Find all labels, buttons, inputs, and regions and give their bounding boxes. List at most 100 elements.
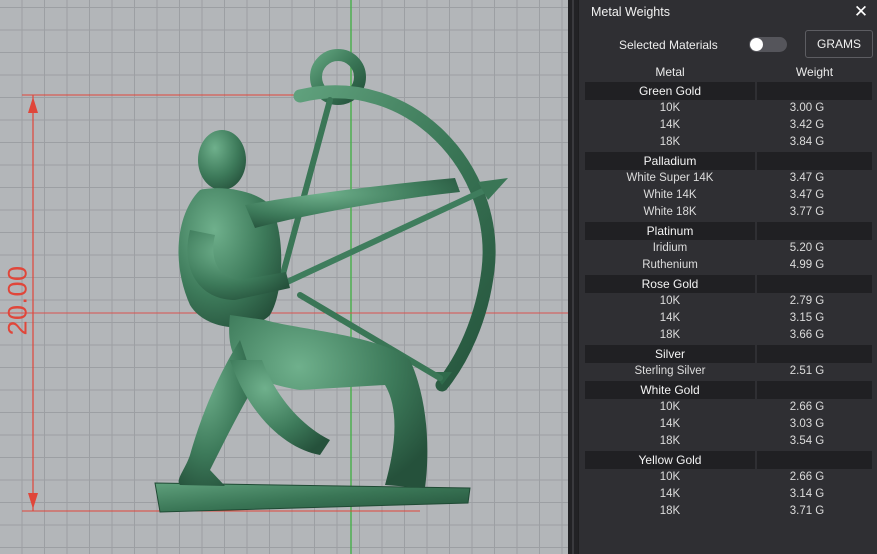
alloy-name: 10K bbox=[659, 401, 681, 413]
group-weight-cell bbox=[757, 222, 872, 240]
alloy-name: 10K bbox=[659, 295, 681, 307]
group-weight-cell bbox=[757, 451, 872, 469]
alloy-name: 14K bbox=[659, 312, 681, 324]
table-header: Metal Weight bbox=[585, 63, 872, 81]
model-scene bbox=[0, 0, 568, 554]
dimension-arrow-top bbox=[28, 97, 38, 113]
alloy-name: 14K bbox=[659, 488, 681, 500]
group-header[interactable]: Platinum bbox=[585, 222, 872, 240]
alloy-weight: 3.47 G bbox=[789, 189, 825, 201]
alloy-weight: 3.77 G bbox=[789, 206, 825, 218]
units-button[interactable]: GRAMS bbox=[805, 30, 873, 58]
group-header[interactable]: Rose Gold bbox=[585, 275, 872, 293]
metal-group: Platinum Iridium 5.20 G Ruthenium 4.99 G bbox=[585, 222, 872, 274]
group-weight-cell bbox=[757, 82, 872, 100]
panel-title: Metal Weights bbox=[591, 5, 670, 19]
selected-materials-toggle[interactable] bbox=[749, 37, 787, 52]
alloy-name: 18K bbox=[659, 505, 681, 517]
alloy-weight: 5.20 G bbox=[789, 242, 825, 254]
table-row[interactable]: 14K 3.03 G bbox=[585, 416, 872, 433]
group-weight-cell bbox=[757, 152, 872, 170]
metal-group: Silver Sterling Silver 2.51 G bbox=[585, 345, 872, 380]
panel-splitter[interactable] bbox=[568, 0, 578, 554]
group-header[interactable]: Silver bbox=[585, 345, 872, 363]
metal-group: Yellow Gold 10K 2.66 G 14K 3.14 G 18K 3.71 G bbox=[585, 451, 872, 520]
column-header-metal: Metal bbox=[655, 65, 685, 79]
alloy-weight: 4.99 G bbox=[789, 259, 825, 271]
table-row[interactable]: 14K 3.42 G bbox=[585, 117, 872, 134]
alloy-weight: 2.79 G bbox=[789, 295, 825, 307]
group-header[interactable]: White Gold bbox=[585, 381, 872, 399]
alloy-name: 14K bbox=[659, 418, 681, 430]
alloy-name: Sterling Silver bbox=[634, 365, 706, 377]
alloy-weight: 3.42 G bbox=[789, 119, 825, 131]
group-name: Yellow Gold bbox=[585, 451, 755, 469]
table-row[interactable]: 18K 3.84 G bbox=[585, 134, 872, 151]
alloy-weight: 3.84 G bbox=[789, 136, 825, 148]
dimension-arrow-bottom bbox=[28, 493, 38, 509]
group-name: White Gold bbox=[585, 381, 755, 399]
metal-group: Green Gold 10K 3.00 G 14K 3.42 G 18K 3.84 G bbox=[585, 82, 872, 151]
close-icon[interactable]: ✕ bbox=[852, 3, 870, 21]
table-row[interactable]: Sterling Silver 2.51 G bbox=[585, 363, 872, 380]
alloy-name: 18K bbox=[659, 136, 681, 148]
alloy-name: 18K bbox=[659, 435, 681, 447]
alloy-weight: 3.15 G bbox=[789, 312, 825, 324]
table-row[interactable]: 10K 2.79 G bbox=[585, 293, 872, 310]
table-row[interactable]: 18K 3.54 G bbox=[585, 433, 872, 450]
options-row: Selected Materials GRAMS bbox=[579, 30, 877, 60]
group-weight-cell bbox=[757, 275, 872, 293]
table-row[interactable]: White Super 14K 3.47 G bbox=[585, 170, 872, 187]
alloy-name: White 14K bbox=[643, 189, 697, 201]
alloy-name: Iridium bbox=[652, 242, 688, 254]
alloy-weight: 3.03 G bbox=[789, 418, 825, 430]
table-row[interactable]: 14K 3.14 G bbox=[585, 486, 872, 503]
metal-weights-panel: Metal Weights ✕ Selected Materials GRAMS… bbox=[578, 0, 877, 554]
3d-viewport[interactable]: 20.00 bbox=[0, 0, 568, 554]
alloy-weight: 3.71 G bbox=[789, 505, 825, 517]
table-row[interactable]: White 14K 3.47 G bbox=[585, 187, 872, 204]
selected-materials-label: Selected Materials bbox=[619, 38, 718, 52]
pendant-model bbox=[154, 49, 508, 513]
table-row[interactable]: 18K 3.71 G bbox=[585, 503, 872, 520]
table-body: Green Gold 10K 3.00 G 14K 3.42 G 18K 3.84 G Pal… bbox=[585, 82, 872, 520]
metal-group: Palladium White Super 14K 3.47 G White 14K 3… bbox=[585, 152, 872, 221]
table-row[interactable]: 10K 2.66 G bbox=[585, 399, 872, 416]
table-row[interactable]: Iridium 5.20 G bbox=[585, 240, 872, 257]
panel-header: Metal Weights ✕ bbox=[579, 0, 877, 26]
table-row[interactable]: 10K 3.00 G bbox=[585, 100, 872, 117]
alloy-name: White Super 14K bbox=[626, 172, 714, 184]
group-weight-cell bbox=[757, 345, 872, 363]
group-header[interactable]: Yellow Gold bbox=[585, 451, 872, 469]
alloy-weight: 3.54 G bbox=[789, 435, 825, 447]
group-name: Platinum bbox=[585, 222, 755, 240]
table-row[interactable]: 14K 3.15 G bbox=[585, 310, 872, 327]
metal-group: White Gold 10K 2.66 G 14K 3.03 G 18K 3.54 G bbox=[585, 381, 872, 450]
alloy-weight: 3.00 G bbox=[789, 102, 825, 114]
dimension-label: 20.00 bbox=[2, 265, 33, 336]
alloy-name: 18K bbox=[659, 329, 681, 341]
group-name: Palladium bbox=[585, 152, 755, 170]
column-header-weight: Weight bbox=[795, 65, 834, 79]
alloy-name: 14K bbox=[659, 119, 681, 131]
alloy-weight: 2.66 G bbox=[789, 471, 825, 483]
metal-weights-table: Metal Weight Green Gold 10K 3.00 G 14K 3.42 … bbox=[585, 63, 872, 520]
alloy-weight: 2.66 G bbox=[789, 401, 825, 413]
group-name: Rose Gold bbox=[585, 275, 755, 293]
group-weight-cell bbox=[757, 381, 872, 399]
group-header[interactable]: Palladium bbox=[585, 152, 872, 170]
group-name: Green Gold bbox=[585, 82, 755, 100]
alloy-name: White 18K bbox=[643, 206, 697, 218]
toggle-knob bbox=[750, 38, 763, 51]
alloy-name: Ruthenium bbox=[642, 259, 698, 271]
table-row[interactable]: Ruthenium 4.99 G bbox=[585, 257, 872, 274]
alloy-weight: 3.14 G bbox=[789, 488, 825, 500]
alloy-weight: 2.51 G bbox=[789, 365, 825, 377]
table-row[interactable]: 10K 2.66 G bbox=[585, 469, 872, 486]
group-header[interactable]: Green Gold bbox=[585, 82, 872, 100]
alloy-weight: 3.47 G bbox=[789, 172, 825, 184]
alloy-weight: 3.66 G bbox=[789, 329, 825, 341]
group-name: Silver bbox=[585, 345, 755, 363]
table-row[interactable]: White 18K 3.77 G bbox=[585, 204, 872, 221]
table-row[interactable]: 18K 3.66 G bbox=[585, 327, 872, 344]
